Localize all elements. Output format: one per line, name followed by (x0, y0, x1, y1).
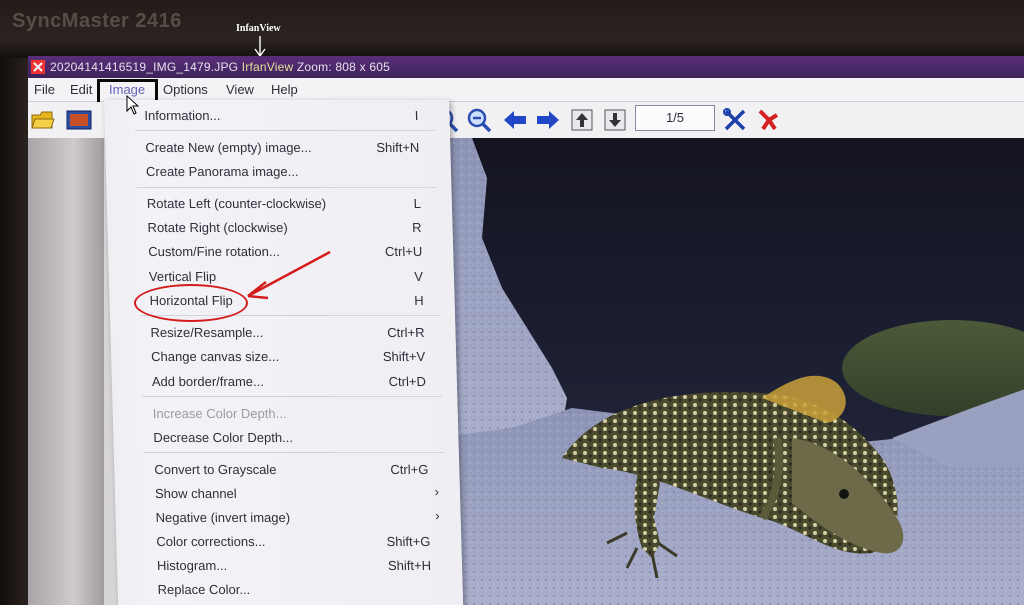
first-page-icon[interactable] (569, 107, 595, 133)
annotation-red-circle (134, 284, 248, 322)
submenu-arrow-icon: › (434, 484, 440, 499)
title-filename: 20204141416519_IMG_1479.JPG (50, 60, 242, 74)
settings-tools-icon[interactable] (722, 107, 748, 133)
annotation-label: InfanView (236, 23, 281, 34)
menu-options[interactable]: Options (163, 82, 208, 97)
open-folder-icon[interactable] (30, 107, 56, 133)
menu-bar: File Edit Image Options View Help (28, 78, 1024, 102)
page-counter: 1/5 (635, 105, 715, 131)
menu-item-add-border[interactable]: Add border/frame... Ctrl+D (112, 371, 443, 393)
menu-separator (134, 130, 435, 131)
menu-item-increase-color-depth[interactable]: Increase Color Depth... (112, 403, 443, 425)
next-image-icon[interactable] (535, 107, 561, 133)
lizard-photo (432, 138, 1024, 605)
slideshow-icon[interactable] (66, 107, 92, 133)
menu-help[interactable]: Help (271, 82, 298, 97)
menu-item-information[interactable]: Information... I (104, 105, 435, 127)
menu-item-resize[interactable]: Resize/Resample... Ctrl+R (110, 322, 441, 344)
menu-item-rotate-right[interactable]: Rotate Right (clockwise) R (107, 217, 438, 239)
menu-item-histogram[interactable]: Histogram... Shift+H (117, 555, 448, 577)
previous-image-icon[interactable] (502, 107, 528, 133)
annotation-down-arrow-icon (254, 36, 266, 57)
image-menu-dropdown: Information... I Create New (empty) imag… (104, 100, 464, 605)
menu-item-rotate-left[interactable]: Rotate Left (counter-clockwise) L (107, 193, 438, 215)
menu-item-canvas-size[interactable]: Change canvas size... Shift+V (111, 346, 442, 368)
menu-item-create-panorama[interactable]: Create Panorama image... (106, 161, 437, 183)
menu-separator (142, 396, 443, 397)
menu-item-color-corrections[interactable]: Color corrections... Shift+G (116, 531, 447, 553)
menu-item-create-new[interactable]: Create New (empty) image... Shift+N (105, 137, 436, 159)
mouse-cursor-icon (126, 95, 140, 115)
menu-edit[interactable]: Edit (70, 82, 92, 97)
title-zoom: Zoom: 808 x 605 (293, 60, 390, 74)
zoom-out-icon[interactable] (466, 107, 492, 133)
monitor-bezel: SyncMaster 2416 (0, 0, 1024, 58)
menu-item-grayscale[interactable]: Convert to Grayscale Ctrl+G (114, 459, 445, 481)
monitor-brand-label: SyncMaster 2416 (12, 10, 182, 32)
monitor-bezel-left (0, 58, 28, 605)
window-left-area (28, 138, 104, 605)
menu-file[interactable]: File (34, 82, 55, 97)
image-canvas[interactable] (432, 138, 1024, 605)
menu-view[interactable]: View (226, 82, 254, 97)
window-title: 20204141416519_IMG_1479.JPG IrfanView Zo… (50, 60, 390, 74)
menu-separator (136, 187, 437, 188)
menu-item-show-channel[interactable]: Show channel › (115, 483, 446, 505)
irfanview-app-icon[interactable] (31, 60, 45, 74)
menu-item-replace-color[interactable]: Replace Color... (117, 579, 448, 601)
menu-item-negative[interactable]: Negative (invert image) › (115, 507, 446, 529)
menu-separator (143, 452, 444, 453)
next-page-icon[interactable] (602, 107, 628, 133)
title-bar[interactable]: 20204141416519_IMG_1479.JPG IrfanView Zo… (28, 56, 1024, 78)
menu-item-decrease-color-depth[interactable]: Decrease Color Depth... (113, 427, 444, 449)
title-app-name: IrfanView (241, 60, 294, 74)
annotation-red-arrow-icon (247, 250, 331, 300)
submenu-arrow-icon: › (435, 508, 440, 523)
irfanview-logo-icon[interactable] (755, 107, 781, 133)
